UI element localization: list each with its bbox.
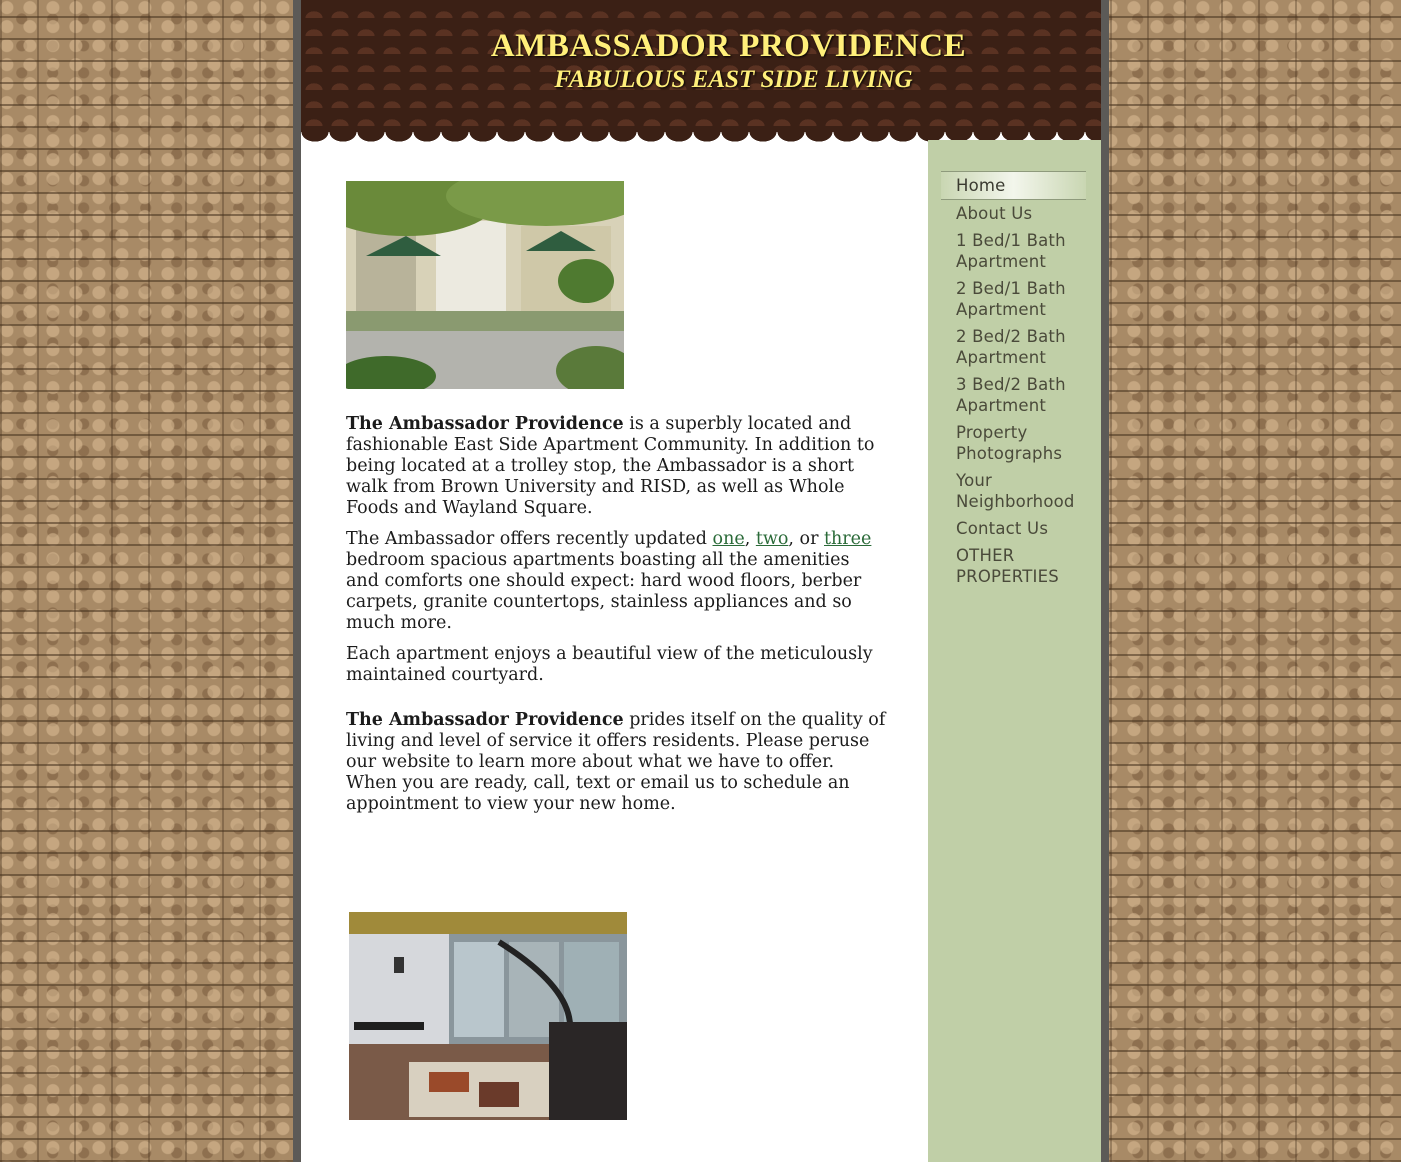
service-paragraph: The Ambassador Providence prides itself … bbox=[346, 710, 886, 815]
nav-item-your-neighborhood[interactable]: Your Neighborhood bbox=[941, 467, 1086, 515]
nav-item-other-properties[interactable]: OTHER PROPERTIES bbox=[941, 542, 1086, 590]
building-exterior-photo bbox=[346, 181, 624, 389]
nav-item-about-us[interactable]: About Us bbox=[941, 200, 1086, 227]
link-one-bedroom[interactable]: one bbox=[713, 529, 745, 549]
separator: , bbox=[744, 529, 756, 549]
brand-name-bold: The Ambassador Providence bbox=[346, 414, 624, 434]
site-title: AMBASSADOR PROVIDENCE bbox=[490, 28, 967, 64]
intro-paragraph: The Ambassador Providence is a superbly … bbox=[346, 414, 886, 519]
nav-item-home[interactable]: Home bbox=[941, 171, 1086, 200]
separator: , or bbox=[788, 529, 824, 549]
nav-item-property-photographs[interactable]: Property Photographs bbox=[941, 419, 1086, 467]
site-header: AMBASSADOR PROVIDENCE FABULOUS EAST SIDE… bbox=[301, 0, 1101, 150]
main-nav: Home About Us 1 Bed/1 Bath Apartment 2 B… bbox=[941, 171, 1086, 590]
link-two-bedroom[interactable]: two bbox=[756, 529, 789, 549]
page: AMBASSADOR PROVIDENCE FABULOUS EAST SIDE… bbox=[301, 0, 1101, 1162]
nav-item-1bed-1bath[interactable]: 1 Bed/1 Bath Apartment bbox=[941, 227, 1086, 275]
apartments-paragraph: The Ambassador offers recently updated o… bbox=[346, 529, 886, 634]
brand-name-bold: The Ambassador Providence bbox=[346, 710, 624, 730]
apartments-text-end: bedroom spacious apartments boasting all… bbox=[346, 550, 862, 633]
nav-item-2bed-1bath[interactable]: 2 Bed/1 Bath Apartment bbox=[941, 275, 1086, 323]
site-subtitle: FABULOUS EAST SIDE LIVING bbox=[554, 66, 913, 93]
lobby-interior-photo bbox=[349, 912, 627, 1120]
sidebar: Home About Us 1 Bed/1 Bath Apartment 2 B… bbox=[928, 140, 1101, 1162]
apartments-text-start: The Ambassador offers recently updated bbox=[346, 529, 713, 549]
nav-item-2bed-2bath[interactable]: 2 Bed/2 Bath Apartment bbox=[941, 323, 1086, 371]
main-content: The Ambassador Providence is a superbly … bbox=[346, 181, 886, 1120]
link-three-bedroom[interactable]: three bbox=[824, 529, 871, 549]
nav-item-3bed-2bath[interactable]: 3 Bed/2 Bath Apartment bbox=[941, 371, 1086, 419]
courtyard-paragraph: Each apartment enjoys a beautiful view o… bbox=[346, 644, 873, 685]
nav-item-contact-us[interactable]: Contact Us bbox=[941, 515, 1086, 542]
